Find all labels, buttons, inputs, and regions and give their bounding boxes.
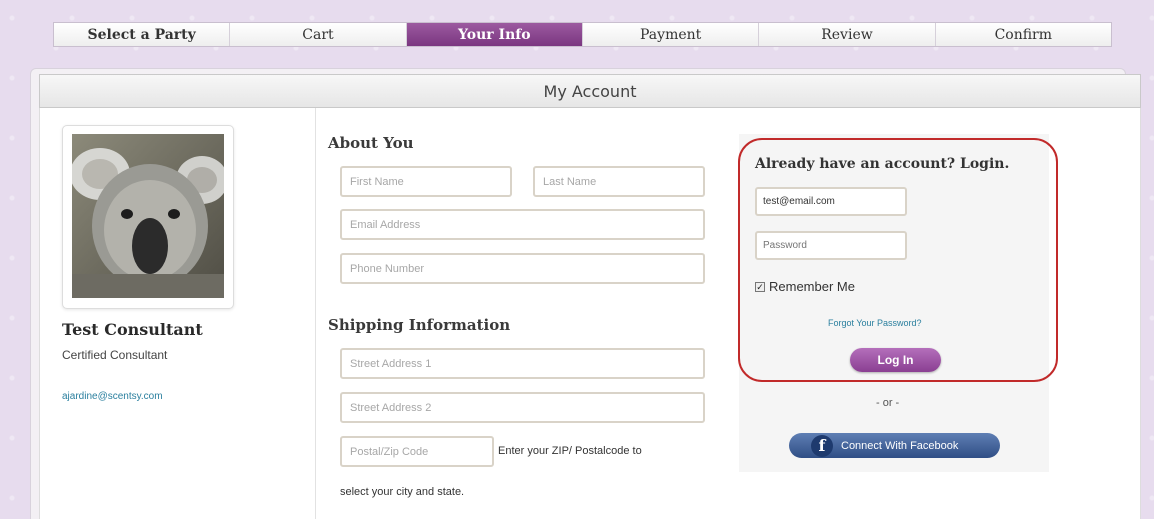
facebook-icon: f bbox=[811, 434, 833, 457]
email-field[interactable] bbox=[340, 209, 705, 240]
checkout-steps: Select a Party Cart Your Info Payment Re… bbox=[53, 22, 1112, 47]
street-address-2-field[interactable] bbox=[340, 392, 705, 423]
column-divider bbox=[315, 108, 316, 519]
remember-me[interactable]: ✓ Remember Me bbox=[755, 279, 855, 294]
login-highlight-outline bbox=[738, 138, 1058, 382]
step-cart[interactable]: Cart bbox=[230, 23, 407, 46]
first-name-field[interactable] bbox=[340, 166, 512, 197]
login-heading: Already have an account? Login. bbox=[755, 156, 1010, 172]
shipping-heading: Shipping Information bbox=[328, 316, 511, 334]
zip-hint-text-2: select your city and state. bbox=[340, 486, 465, 498]
connect-facebook-label: Connect With Facebook bbox=[841, 439, 959, 452]
koala-image bbox=[72, 134, 224, 298]
postal-code-field[interactable] bbox=[340, 436, 494, 467]
panel-title: My Account bbox=[39, 74, 1141, 108]
login-button[interactable]: Log In bbox=[850, 348, 941, 372]
about-you-heading: About You bbox=[328, 134, 414, 152]
consultant-title: Certified Consultant bbox=[62, 348, 168, 362]
remember-me-checkbox[interactable]: ✓ bbox=[755, 281, 765, 292]
step-payment[interactable]: Payment bbox=[582, 23, 760, 46]
connect-facebook-button[interactable]: f Connect With Facebook bbox=[789, 433, 1000, 458]
login-email-field[interactable] bbox=[755, 187, 907, 216]
consultant-photo bbox=[72, 134, 224, 298]
consultant-name: Test Consultant bbox=[62, 320, 203, 339]
or-separator: - or - bbox=[876, 397, 900, 409]
step-select-party[interactable]: Select a Party bbox=[54, 23, 231, 46]
step-your-info[interactable]: Your Info bbox=[406, 23, 583, 46]
zip-hint-text: Enter your ZIP/ Postalcode to bbox=[498, 445, 642, 457]
forgot-password-link[interactable]: Forgot Your Password? bbox=[828, 318, 922, 328]
login-password-field[interactable] bbox=[755, 231, 907, 260]
last-name-field[interactable] bbox=[533, 166, 705, 197]
step-review[interactable]: Review bbox=[759, 23, 936, 46]
consultant-email-link[interactable]: ajardine@scentsy.com bbox=[62, 391, 163, 402]
phone-field[interactable] bbox=[340, 253, 705, 284]
street-address-1-field[interactable] bbox=[340, 348, 705, 379]
step-confirm[interactable]: Confirm bbox=[935, 23, 1111, 46]
remember-me-label: Remember Me bbox=[769, 279, 855, 294]
